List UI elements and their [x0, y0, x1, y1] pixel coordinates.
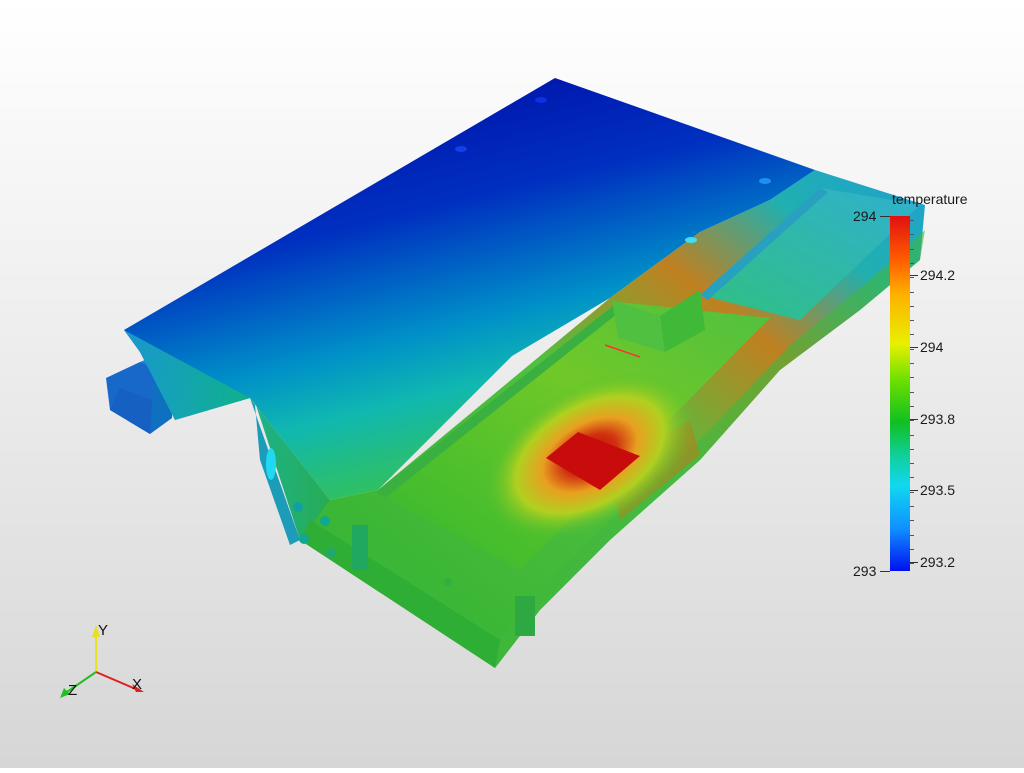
legend-minor-tick: [910, 334, 914, 335]
legend-minor-tick: [910, 220, 914, 221]
legend-minor-tick: [910, 277, 914, 278]
legend-tick: [910, 275, 918, 276]
legend-tick: [910, 490, 918, 491]
legend-tick-label: 294.2: [920, 267, 956, 283]
legend-tick-label: 294: [920, 339, 944, 355]
legend-minor-tick: [910, 349, 914, 350]
legend-minor-tick: [910, 477, 914, 478]
legend-minor-tick: [910, 492, 914, 493]
range-min-label: 293: [853, 563, 877, 579]
legend-minor-tick: [910, 363, 914, 364]
legend-minor-tick: [910, 506, 914, 507]
legend-minor-tick: [910, 249, 914, 250]
legend-minor-tick: [910, 320, 914, 321]
legend-minor-tick: [910, 563, 914, 564]
legend-minor-tick: [910, 292, 914, 293]
legend-minor-tick: [910, 520, 914, 521]
bore-hole-icon: [266, 448, 276, 480]
legend-tick: [910, 347, 918, 348]
legend-minor-tick: [910, 406, 914, 407]
legend-title: temperature: [892, 191, 968, 207]
legend-minor-tick: [910, 306, 914, 307]
legend-minor-tick: [910, 234, 914, 235]
3d-viewport[interactable]: Y X Z temperature 294 293 294.2 294 293.…: [0, 0, 1024, 768]
y-axis-label: Y: [98, 622, 109, 639]
legend-tick-label: 293.2: [920, 554, 956, 570]
legend-color-bar: [890, 216, 910, 571]
legend-minor-tick: [910, 392, 914, 393]
legend-minor-tick: [910, 263, 914, 264]
range-max-label: 294: [853, 208, 877, 224]
temperature-model[interactable]: [0, 0, 1024, 768]
legend-minor-tick: [910, 435, 914, 436]
legend-tick-label: 293.8: [920, 411, 956, 427]
legend-minor-tick: [910, 420, 914, 421]
z-axis-label: Z: [68, 682, 78, 699]
range-max-tick: [880, 216, 890, 217]
x-axis-label: X: [132, 676, 143, 693]
legend-minor-tick: [910, 377, 914, 378]
legend-minor-tick: [910, 449, 914, 450]
legend-minor-tick: [910, 549, 914, 550]
legend-minor-tick: [910, 463, 914, 464]
legend-tick-label: 293.5: [920, 482, 956, 498]
legend-minor-tick: [910, 535, 914, 536]
range-min-tick: [880, 571, 890, 572]
